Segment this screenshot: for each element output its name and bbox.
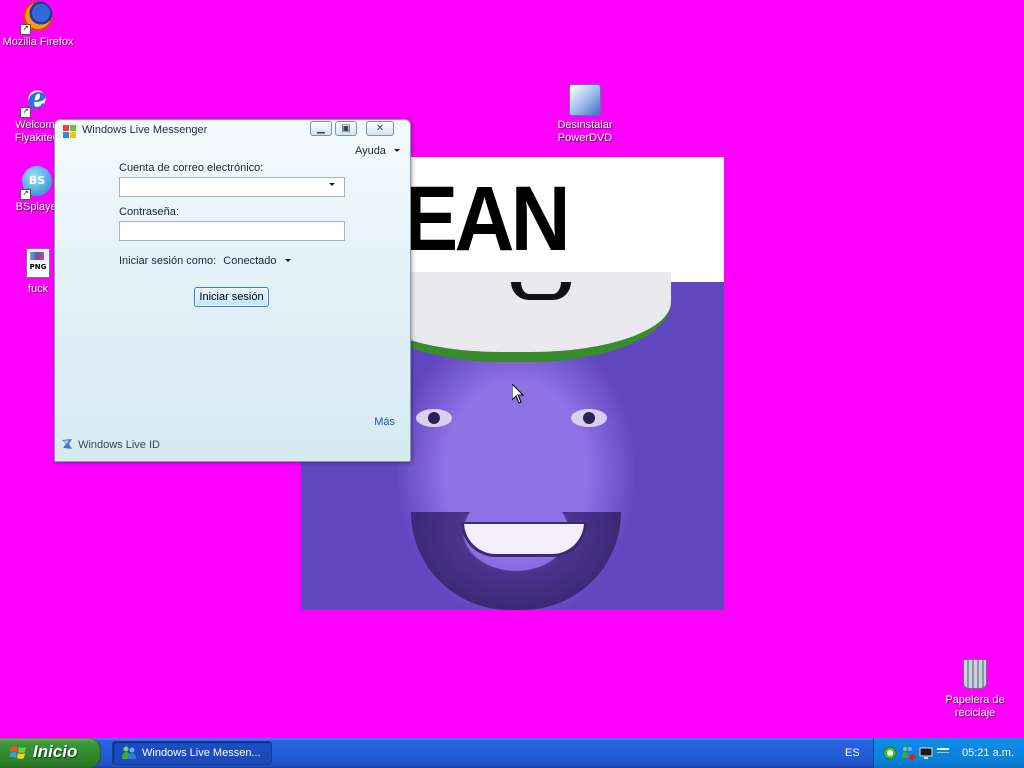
desktop-icon-label: Mozilla Firefox	[2, 36, 74, 48]
help-menu-label: Ayuda	[354, 145, 386, 157]
desktop-icon-powerdvd[interactable]: Desinstalar PowerDVD	[543, 84, 627, 145]
close-button[interactable]: ✕	[366, 121, 394, 136]
email-field[interactable]	[119, 177, 345, 197]
email-label: Cuenta de correo electrónico:	[119, 162, 264, 174]
internet-explorer-icon: e ↗	[20, 84, 54, 118]
taskbar-button-label: Windows Live Messen...	[142, 747, 261, 759]
status-selector[interactable]: Iniciar sesión como: Conectado	[119, 255, 291, 267]
display-icon[interactable]	[919, 746, 933, 760]
messenger-icon	[122, 746, 136, 759]
mouse-cursor-icon	[512, 384, 524, 404]
dropdown-arrow-icon[interactable]	[329, 183, 335, 186]
clock[interactable]: 05:21 a.m.	[962, 738, 1014, 768]
password-field[interactable]	[119, 221, 345, 241]
messenger-window: Windows Live Messenger ▁ ▣ ✕ Ayuda Cuent…	[54, 119, 411, 462]
windows-live-id-label: Windows Live ID	[78, 439, 160, 451]
windows-logo-icon	[10, 746, 26, 759]
desktop-icon-label: Papelera de reciclaje	[945, 694, 1005, 719]
messenger-titlebar[interactable]: Windows Live Messenger ▁ ▣ ✕	[55, 120, 410, 142]
status-value[interactable]: Conectado	[223, 255, 276, 267]
messenger-title: Windows Live Messenger	[82, 124, 208, 136]
recycle-bin-icon	[959, 659, 991, 691]
help-menu[interactable]: Ayuda	[355, 145, 400, 157]
desktop-icon-firefox[interactable]: ↗ Mozilla Firefox	[0, 1, 80, 49]
messenger-offline-icon[interactable]	[901, 746, 915, 760]
restore-icon: ▣	[341, 123, 351, 134]
desktop-icon-recycle-bin[interactable]: Papelera de reciclaje	[933, 659, 1017, 720]
taskbar-button-messenger[interactable]: Windows Live Messen...	[112, 741, 272, 765]
password-label: Contraseña:	[119, 206, 179, 218]
desktop-icon-label: Desinstalar PowerDVD	[557, 119, 613, 144]
minimize-button[interactable]: ▁	[310, 121, 332, 136]
status-label: Iniciar sesión como:	[119, 255, 217, 267]
minimize-icon: ▁	[317, 123, 325, 134]
firefox-icon: ↗	[20, 1, 54, 35]
close-icon: ✕	[375, 123, 385, 134]
cap-logo	[511, 282, 571, 300]
taskbar: Inicio Windows Live Messen... ES 05:21 a…	[0, 738, 1024, 768]
photo-eye-right	[571, 409, 607, 427]
start-button[interactable]: Inicio	[0, 738, 101, 768]
chevron-down-icon	[284, 259, 291, 262]
photo-eye-left	[416, 409, 452, 427]
language-indicator[interactable]: ES	[845, 738, 860, 768]
png-file-icon: PNG	[22, 248, 54, 280]
network-icon[interactable]	[936, 746, 950, 760]
system-tray: 05:21 a.m.	[873, 738, 1024, 768]
desktop: ↗ Mozilla Firefox e ↗ Welcome FlyakiteO …	[0, 0, 1024, 738]
signin-button[interactable]: Iniciar sesión	[194, 287, 269, 307]
windows-live-id-icon	[62, 439, 72, 449]
restore-button[interactable]: ▣	[335, 121, 357, 136]
powerdvd-uninstall-icon	[569, 84, 601, 116]
windows-live-id-footer: Windows Live ID	[61, 438, 160, 451]
more-link[interactable]: Más	[374, 416, 395, 428]
windows-flag-icon	[63, 125, 76, 138]
bsplayer-icon: BS ↗	[20, 166, 54, 200]
green-status-icon[interactable]	[883, 746, 897, 760]
chevron-down-icon	[394, 149, 400, 152]
start-label: Inicio	[33, 742, 78, 761]
photo-mouth	[461, 522, 587, 557]
